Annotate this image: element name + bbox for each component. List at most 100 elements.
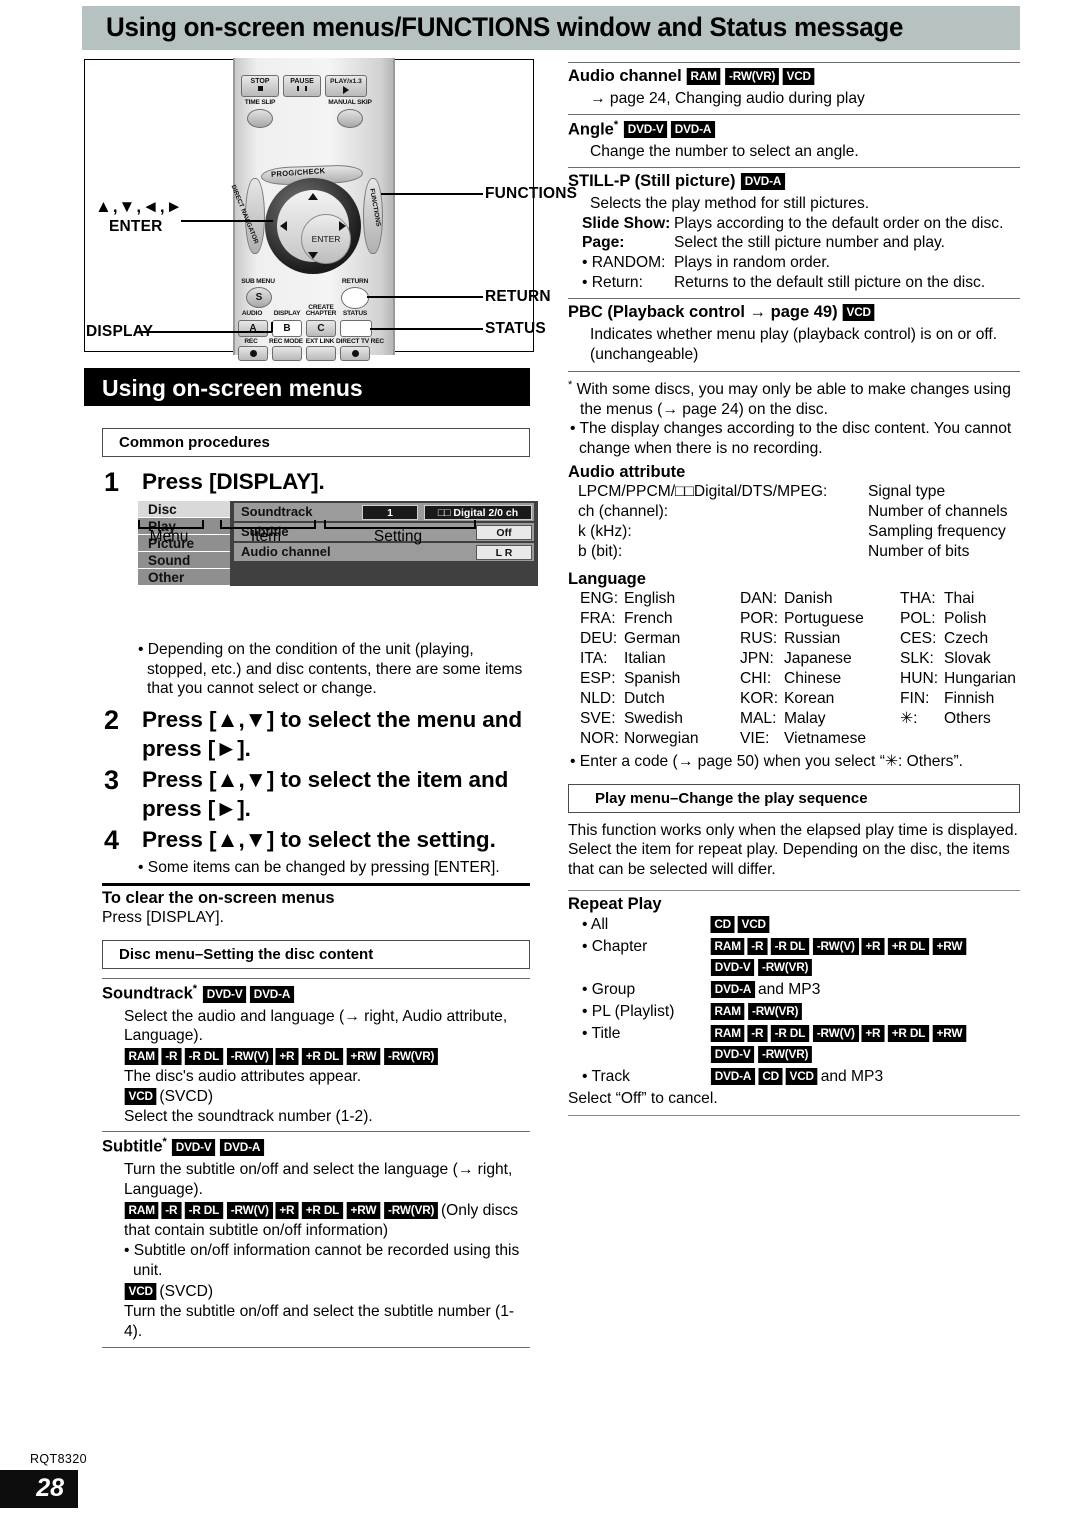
stillp-slideshow-value: Plays according to the default order on … <box>674 214 1004 232</box>
lang-c1-r7: SVE: Swedish <box>580 709 683 727</box>
repeat-group-badges: DVD-A and MP3 <box>710 979 1020 1000</box>
step-1: 1 Press [DISPLAY]. <box>102 467 530 497</box>
pbc-title-row: PBC (Playback control → page 49) VCD <box>568 303 1020 323</box>
step-1-notes: • Depending on the condition of the unit… <box>138 640 530 699</box>
stillp-body: Selects the play method for still pictur… <box>590 194 870 212</box>
badge-plus-r-3: +R <box>861 937 885 955</box>
subtitle-vcd-row: VCD (SVCD) <box>124 1282 530 1302</box>
lang-c1-r6: NLD: Dutch <box>580 689 665 707</box>
stillp-page-label: Page: <box>582 234 625 252</box>
left-arrow-icon <box>280 221 287 231</box>
subtitle-body1: Turn the subtitle on/off and select the … <box>124 1160 513 1198</box>
lang-c1-r8: NOR: Norwegian <box>580 729 699 747</box>
subtitle-asterisk: * <box>162 1136 167 1149</box>
osd-soundtrack-format: □□ Digital 2/0 ch <box>424 504 532 520</box>
badge-plus-r-dl-4: +R DL <box>887 1024 930 1042</box>
subtitle-bullet1: • Subtitle on/off information cannot be … <box>124 1242 520 1279</box>
repeat-play-title: Repeat Play <box>568 894 662 913</box>
footnote-1: * With some discs, you may only be able … <box>568 378 1011 418</box>
badge-rw-v-3: -RW(V) <box>812 937 859 955</box>
manual-skip-label: MANUAL SKIP <box>328 99 372 106</box>
audio-channel-title-row: Audio channel RAM -RW(VR) VCD <box>568 67 1020 87</box>
soundtrack-svcd-note: (SVCD) <box>159 1087 214 1105</box>
repeat-track-suffix: and MP3 <box>820 1067 884 1085</box>
osd-menu-disc: Disc <box>138 501 230 518</box>
step-2: 2 Press [▲,▼] to select the menu and pre… <box>102 705 530 763</box>
divider-footnotes-top <box>568 370 1020 372</box>
repeat-item-all: • All CD VCD <box>582 914 1020 935</box>
cursor-dial: ENTER <box>265 178 361 274</box>
lang-c1-r2: FRA: French <box>580 609 673 627</box>
callout-line-status <box>370 328 483 330</box>
osd-bracket-legend: Menu Item Setting <box>138 520 538 546</box>
repeat-cancel-note: Select “Off” to cancel. <box>568 1089 718 1107</box>
repeat-item-track: • Track DVD-A CD VCD and MP3 <box>582 1066 1020 1087</box>
pause-button: PAUSE <box>283 75 321 97</box>
stillp-random-label: • RANDOM: <box>582 254 666 272</box>
create-chapter-label2: CHAPTER <box>305 310 337 317</box>
badge-ram-6: RAM <box>710 1024 745 1042</box>
divider-audio-channel-top <box>568 62 1020 63</box>
badge-plus-r-2: +R <box>275 1202 299 1220</box>
lang-c2-r1: DAN: Danish <box>740 589 833 607</box>
callout-line-display <box>138 331 272 333</box>
badge-rw-vr: -RW(VR) <box>383 1047 438 1065</box>
return-button <box>341 287 369 309</box>
remote-control-figure: STOP PAUSE PLAY/x1.3 TIME SLIP MANUAL SK… <box>84 58 577 361</box>
badge-dvd-v-2: DVD-V <box>172 1138 216 1156</box>
clear-menus-heading: To clear the on-screen menus <box>102 889 335 908</box>
note-enter: • Some items can be changed by pressing … <box>138 858 500 876</box>
step-4-text: Press [▲,▼] to select the setting. <box>142 826 496 852</box>
display-button: B <box>272 320 302 337</box>
lang-c2-r8: VIE: Vietnamese <box>740 729 867 747</box>
step-1-text: Press [DISPLAY]. <box>142 469 325 494</box>
badge-plus-r-dl-2: +R DL <box>301 1202 344 1220</box>
stillp-return-value: Returns to the default still picture on … <box>674 273 986 291</box>
return-label: RETURN <box>341 278 369 285</box>
divider-subtitle-bottom <box>102 1346 530 1348</box>
osd-audio-channel-value: L R <box>476 544 532 560</box>
subtitle-title-row: Subtitle* DVD-V DVD-A <box>102 1136 530 1158</box>
document-code: RQT8320 <box>30 1452 87 1466</box>
badge-plus-rw-2: +RW <box>346 1202 381 1220</box>
stillp-page-value: Select the still picture number and play… <box>674 234 946 252</box>
record-dot-icon-2 <box>351 350 359 357</box>
language-table: ENG: English DAN: Danish THA: Thai FRA: Fren… <box>580 589 1020 749</box>
callout-line-display-v <box>271 322 273 332</box>
osd-audio-channel-label: Audio channel <box>241 544 331 559</box>
bracket-item-label: Item <box>250 528 282 545</box>
direct-tv-rec-button <box>340 346 370 361</box>
right-column: Audio channel RAM -RW(VR) VCD → page 24, C… <box>568 62 1020 1116</box>
step-4: 4 Press [▲,▼] to select the setting. <box>102 825 530 855</box>
play-menu-body1: This function works only when the elapse… <box>568 821 1018 839</box>
badge-plus-r: +R <box>275 1047 299 1065</box>
callout-return: RETURN <box>485 288 551 305</box>
divider-subtitle-top <box>102 1131 530 1133</box>
attr-row1-right: Number of channels <box>868 502 1008 520</box>
osd-soundtrack-label: Soundtrack <box>241 504 313 519</box>
stillp-title-row: STILL-P (Still picture) DVD-A <box>568 172 1020 192</box>
subtitle-title: Subtitle <box>102 1137 163 1156</box>
badge-rw-vr-2: -RW(VR) <box>383 1202 438 1220</box>
attr-row3-right: Number of bits <box>868 542 970 560</box>
badge-plus-rw: +RW <box>346 1047 381 1065</box>
lang-c3-r5: HUN: Hungarian <box>900 669 1016 687</box>
divider-thick <box>102 883 530 887</box>
stop-button: STOP <box>241 75 279 97</box>
disc-menu-heading: Disc menu–Setting the disc content <box>102 940 530 970</box>
angle-block: Angle* DVD-V DVD-A Change the number to s… <box>568 119 1020 162</box>
play-menu-heading: Play menu–Change the play sequence <box>568 783 1020 813</box>
manual-skip-button <box>337 109 363 128</box>
repeat-track-label: • Track <box>582 1067 630 1085</box>
badge-dvd-a-6: DVD-A <box>710 1067 756 1085</box>
dial-inner: ENTER <box>277 190 351 264</box>
angle-title-row: Angle* DVD-V DVD-A <box>568 119 1020 141</box>
badge-vcd-5: VCD <box>738 915 771 933</box>
stillp-slideshow-label: Slide Show: <box>582 214 671 232</box>
repeat-group-suffix: and MP3 <box>757 980 821 998</box>
callout-line-return <box>367 296 483 298</box>
divider-bottom-right <box>568 1114 1020 1116</box>
section-title-bar: Using on-screen menus <box>84 368 530 406</box>
repeat-title-label: • Title <box>582 1024 621 1042</box>
page-header-banner: Using on-screen menus/FUNCTIONS window a… <box>82 6 1020 50</box>
